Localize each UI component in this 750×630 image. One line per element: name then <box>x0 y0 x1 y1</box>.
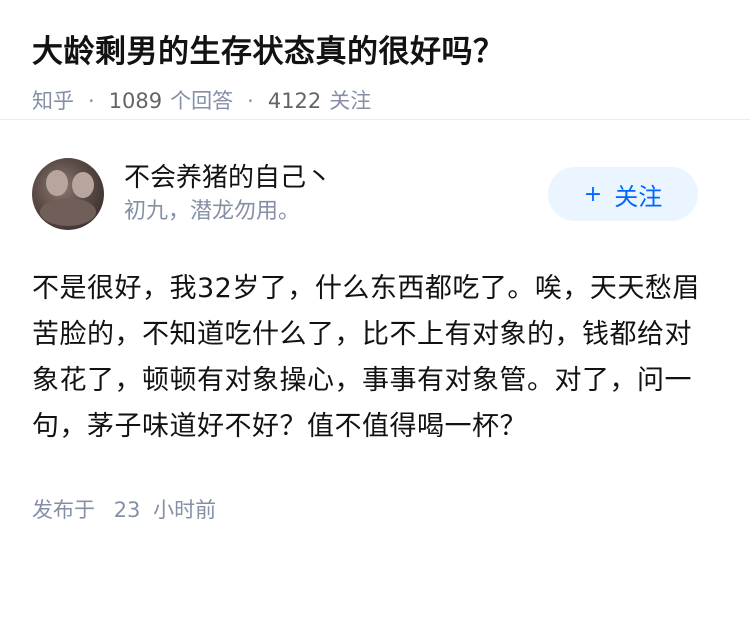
answers-count: 1089 <box>108 89 163 113</box>
answer-content: 不是很好，我32岁了，什么东西都吃了。唉，天天愁眉苦脸的，不知道吃什么了，比不上… <box>32 273 700 442</box>
answer-card: 不会养猪的自己丶 初九，潜龙勿用。 + 关注 不是很好，我32岁了，什么东西都吃… <box>0 154 750 524</box>
source-label[interactable]: 知乎 <box>32 86 74 116</box>
plus-icon: + <box>583 181 603 207</box>
avatar-detail <box>72 172 94 198</box>
question-title[interactable]: 大龄剩男的生存状态真的很好吗？ <box>32 32 718 72</box>
question-meta: 知乎 · 1089 个回答 · 4122 关注 <box>32 86 718 116</box>
time-suffix: 小时前 <box>153 498 217 522</box>
time-prefix: 发布于 <box>32 498 95 522</box>
avatar-detail <box>40 198 96 226</box>
author-bio: 初九，潜龙勿用。 <box>124 199 301 224</box>
author-name[interactable]: 不会养猪的自己丶 <box>124 161 548 195</box>
followers-label[interactable]: 关注 <box>329 86 371 116</box>
answer-time: 发布于 23 小时前 <box>32 494 718 524</box>
avatar-detail <box>46 170 68 196</box>
follow-button-label: 关注 <box>614 182 663 211</box>
avatar[interactable] <box>32 158 104 230</box>
author-info: 不会养猪的自己丶 初九，潜龙勿用。 <box>124 161 548 227</box>
follow-button[interactable]: + 关注 <box>548 167 698 221</box>
time-value: 23 <box>113 498 141 522</box>
separator-dot: · <box>247 89 254 113</box>
separator-dot: · <box>88 89 95 113</box>
author-row: 不会养猪的自己丶 初九，潜龙勿用。 + 关注 <box>32 154 718 234</box>
followers-count: 4122 <box>267 89 322 113</box>
question-header: 大龄剩男的生存状态真的很好吗？ 知乎 · 1089 个回答 · 4122 关注 <box>0 0 750 120</box>
answers-label[interactable]: 个回答 <box>170 86 233 116</box>
